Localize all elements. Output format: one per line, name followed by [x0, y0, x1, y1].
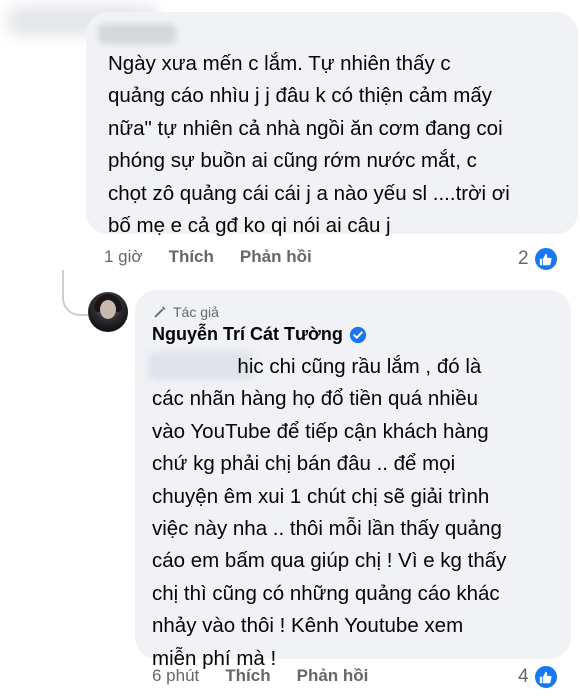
reaction-summary[interactable]: 2: [518, 246, 559, 272]
reply-actions: 6 phút Thích Phản hồi: [152, 666, 394, 686]
verified-badge-icon: [349, 326, 367, 344]
comment-actions: 1 giờ Thích Phản hồi: [104, 247, 338, 267]
thumbs-up-icon: [532, 246, 559, 272]
reply-text: hic chi cũng rầu lắm , đó là các nhãn hàn…: [152, 351, 506, 675]
blurred-commenter-name: [98, 24, 176, 44]
comment-line: chọt zô quảng cái cái j a nào yếu sl ...…: [108, 181, 510, 205]
reply-line: nhảy vào thôi ! Kênh Youtube xem: [152, 614, 464, 638]
reply-line: chứ kg phải chị bán đâu .. để mọi: [152, 452, 456, 476]
author-name-text[interactable]: Nguyễn Trí Cát Tường: [152, 324, 343, 345]
author-tag-label: Tác giả: [173, 304, 219, 320]
reply-line: chị thì cũng có những quảng cáo khác: [152, 581, 500, 605]
like-button[interactable]: Thích: [169, 247, 214, 267]
comment-line: bố mẹ e cả gđ ko qi nói ai câu j: [108, 214, 391, 238]
like-button[interactable]: Thích: [225, 666, 270, 686]
reply-button[interactable]: Phản hồi: [240, 247, 312, 267]
reaction-summary[interactable]: 4: [518, 664, 559, 690]
reply-line: chuyện êm xui 1 chút chị sẽ giải trình: [152, 484, 490, 508]
reply-time[interactable]: 6 phút: [152, 666, 199, 686]
comment-line: Ngày xưa mến c lắm. Tự nhiên thấy c: [108, 52, 451, 75]
comment-time[interactable]: 1 giờ: [104, 247, 143, 267]
comment-line: phóng sự buồn ai cũng rớm nước mắt, c: [108, 149, 477, 173]
reply-thread-connector: [62, 270, 88, 316]
thumbs-up-icon: [532, 664, 559, 690]
reply-button[interactable]: Phản hồi: [297, 666, 369, 686]
author-name[interactable]: Nguyễn Trí Cát Tường: [152, 324, 367, 345]
author-badge: Tác giả: [153, 304, 219, 320]
reply-line: các nhãn hàng họ đổ tiền quá nhiều: [152, 387, 478, 411]
comment-line: quảng cáo nhìu j j đâu k có thiện cảm mấ…: [108, 84, 493, 108]
reply-line: vào YouTube để tiếp cận khách hàng: [152, 419, 489, 443]
author-avatar[interactable]: [88, 292, 128, 332]
comment-line: nữa" tự nhiên cả nhà ngồi ăn cơm đang co…: [108, 116, 503, 140]
reaction-count: 2: [518, 248, 529, 269]
pen-icon: [154, 306, 166, 318]
reaction-count: 4: [518, 666, 529, 687]
reply-line: cáo em bấm qua giúp chị ! Vì e kg thấy: [152, 549, 507, 573]
comment-text: Ngày xưa mến c lắm. Tự nhiên thấy c quảng…: [108, 48, 510, 242]
reply-line: việc này nha .. thôi mỗi lần thấy quảng: [152, 517, 502, 541]
reply-line: hic chi cũng rầu lắm , đó là: [152, 355, 482, 378]
